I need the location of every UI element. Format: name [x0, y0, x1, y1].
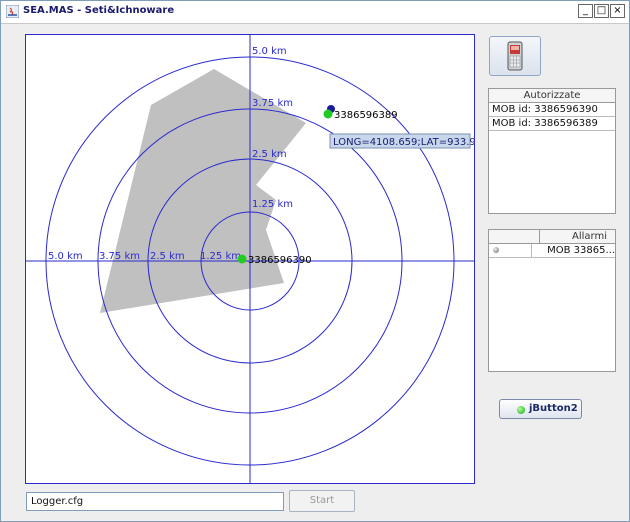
start-button[interactable]: Start: [289, 490, 355, 512]
alarm-status-icon: [493, 247, 499, 253]
target-label: 3386596389: [334, 110, 398, 121]
logger-field[interactable]: Logger.cfg: [26, 492, 284, 511]
alarms-column-header[interactable]: Allarmi: [540, 230, 615, 243]
maximize-button[interactable]: □: [594, 4, 609, 18]
alarms-table[interactable]: Allarmi MOB 33865...: [488, 229, 616, 372]
list-item[interactable]: MOB id: 3386596389: [489, 117, 615, 131]
ring-label-v-1: 5.0 km: [252, 46, 287, 57]
radar-display[interactable]: 5.0 km 3.75 km 2.5 km 1.25 km 5.0 km 3.7…: [25, 34, 475, 484]
jbutton2-label: jButton2: [529, 403, 578, 414]
green-status-icon: [517, 406, 525, 414]
position-tooltip: LONG=4108.659;LAT=933.98: [329, 133, 474, 149]
authorized-list[interactable]: Autorizzate MOB id: 3386596390 MOB id: 3…: [488, 88, 616, 214]
alarm-status-cell: [489, 244, 533, 257]
ring-label-h-1: 5.0 km: [48, 251, 83, 262]
list-item[interactable]: MOB id: 3386596390: [489, 103, 615, 117]
java-app-icon: [6, 5, 19, 18]
ring-label-v-2: 3.75 km: [252, 98, 293, 109]
target-dot-icon: [237, 254, 247, 264]
radar-canvas: 5.0 km 3.75 km 2.5 km 1.25 km 5.0 km 3.7…: [26, 35, 474, 483]
close-icon: ×: [613, 5, 622, 16]
ring-label-h-3: 2.5 km: [150, 251, 185, 262]
minimize-button[interactable]: _: [578, 4, 593, 18]
mobile-phone-icon: [507, 41, 523, 71]
table-row[interactable]: MOB 33865...: [489, 244, 615, 258]
window-title: SEA.MAS - Seti&Ichnoware: [23, 5, 175, 16]
ring-label-v-3: 2.5 km: [252, 149, 287, 160]
target-label: 3386596390: [248, 255, 312, 266]
target-3386596390[interactable]: 3386596390: [237, 254, 312, 267]
target-3386596389[interactable]: 3386596389: [323, 105, 398, 121]
phone-button[interactable]: [489, 36, 541, 76]
close-button[interactable]: ×: [610, 4, 625, 18]
minimize-icon: _: [583, 5, 588, 16]
app-window: SEA.MAS - Seti&Ichnoware _ □ × 5.0 km 3.…: [0, 0, 630, 522]
alarms-status-column[interactable]: [489, 230, 540, 243]
tooltip-text: LONG=4108.659;LAT=933.98: [333, 137, 474, 148]
target-dot-icon: [323, 109, 333, 119]
alarm-label: MOB 33865...: [547, 245, 615, 256]
maximize-icon: □: [596, 5, 607, 16]
jbutton2-button[interactable]: jButton2: [499, 399, 582, 419]
ring-label-h-2: 3.75 km: [99, 251, 140, 262]
ring-label-h-4: 1.25 km: [200, 251, 241, 262]
alarms-table-header[interactable]: Allarmi: [489, 230, 615, 244]
authorized-list-header[interactable]: Autorizzate: [489, 89, 615, 103]
ring-label-v-4: 1.25 km: [252, 199, 293, 210]
title-bar[interactable]: SEA.MAS - Seti&Ichnoware _ □ ×: [1, 1, 629, 24]
